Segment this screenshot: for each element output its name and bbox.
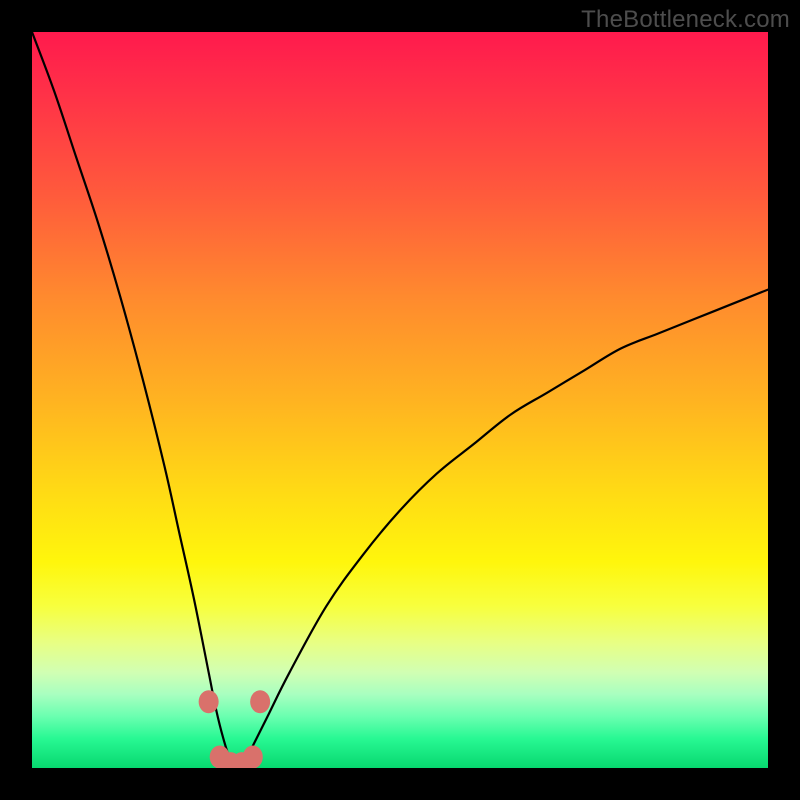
watermark-text: TheBottleneck.com — [581, 6, 790, 34]
curve-min-marker — [243, 745, 263, 768]
bottleneck-curve — [32, 32, 768, 768]
curve-min-marker — [199, 690, 219, 713]
chart-frame: TheBottleneck.com — [0, 0, 800, 800]
plot-area — [32, 32, 768, 768]
curve-min-marker — [250, 690, 270, 713]
curve-min-markers — [199, 690, 271, 768]
bottleneck-curve-svg — [32, 32, 768, 768]
